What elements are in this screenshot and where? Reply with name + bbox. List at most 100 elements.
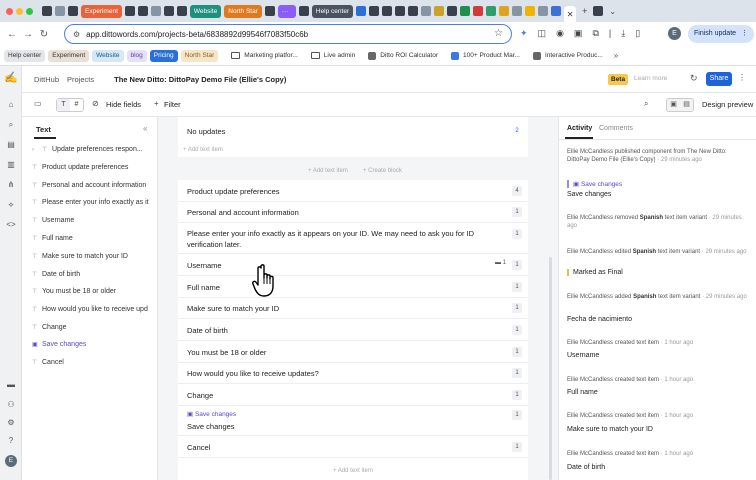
- table-row[interactable]: Full name 1: [178, 276, 528, 298]
- tab-favicon[interactable]: [264, 6, 275, 16]
- home-icon[interactable]: ⌂: [6, 100, 16, 110]
- add-user-icon[interactable]: ⚇: [6, 400, 16, 410]
- text-item[interactable]: ⊤ How would you like to receive upd: [32, 301, 156, 319]
- text-item[interactable]: ⊤ Date of birth: [32, 266, 156, 284]
- table-row[interactable]: Personal and account information 1: [178, 202, 528, 223]
- table-row[interactable]: Please enter your info exactly as it app…: [178, 223, 528, 254]
- chevron-right-icon[interactable]: ›: [32, 141, 42, 159]
- tab-favicon[interactable]: [124, 6, 135, 16]
- tab-favicon[interactable]: [150, 6, 161, 16]
- finish-update-button[interactable]: Finish update ⋮: [688, 25, 754, 43]
- bookmark-roi-calculator[interactable]: Ditto ROI Calculator: [368, 51, 438, 60]
- download-icon[interactable]: ⤓: [621, 28, 625, 39]
- search-icon[interactable]: ⌕: [644, 99, 648, 109]
- tab-purple[interactable]: ···: [277, 4, 296, 18]
- design-preview-button[interactable]: Design preview: [702, 100, 753, 109]
- tab-activity[interactable]: Activity: [567, 125, 592, 132]
- user-avatar[interactable]: E: [5, 455, 17, 467]
- new-tab-icon[interactable]: +: [582, 6, 587, 16]
- table-row[interactable]: Product update preferences 4: [178, 180, 528, 202]
- tab-website[interactable]: Website: [189, 4, 222, 18]
- variants-icon[interactable]: ⋔: [6, 180, 16, 190]
- share-button[interactable]: Share: [706, 72, 732, 86]
- projects-icon[interactable]: ▤: [6, 140, 16, 150]
- help-icon[interactable]: ?: [6, 436, 16, 446]
- add-text-item-link[interactable]: + Add text item: [333, 468, 373, 474]
- table-row[interactable]: How would you like to receive updates? 1: [178, 363, 528, 384]
- chat-icon[interactable]: ▬: [6, 380, 16, 390]
- learn-more-link[interactable]: Learn more: [634, 75, 667, 82]
- tab-favicon[interactable]: [163, 6, 174, 16]
- tab-favicon[interactable]: [512, 6, 523, 16]
- add-text-item-link[interactable]: + Add text item: [183, 147, 223, 153]
- extension-icon[interactable]: ◉: [556, 28, 564, 39]
- tab-experiment[interactable]: Experiment: [81, 4, 122, 18]
- sidebar-icon[interactable]: ▯: [635, 28, 640, 39]
- tab-favicon[interactable]: [473, 6, 484, 16]
- tab-north-star[interactable]: North Star: [224, 4, 262, 18]
- activity-component-link[interactable]: ▣ Save changes: [567, 180, 622, 188]
- table-row[interactable]: Cancel 1: [178, 436, 528, 458]
- text-item[interactable]: ⊤ You must be 18 or older: [32, 283, 156, 301]
- search-icon[interactable]: ⌕: [6, 120, 16, 130]
- reload-icon[interactable]: ↻: [36, 29, 52, 40]
- table-row[interactable]: Date of birth 1: [178, 319, 528, 341]
- dev-icon[interactable]: <>: [6, 220, 16, 230]
- bookmark-north-star[interactable]: North Star: [180, 49, 219, 62]
- address-bar[interactable]: ⚙ app.dittowords.com/projects-beta/68388…: [64, 24, 512, 44]
- bookmark-interactive-product[interactable]: Interactive Produc...: [532, 51, 603, 60]
- tab-favicon[interactable]: [593, 6, 604, 16]
- scrollbar[interactable]: [549, 257, 552, 480]
- tab-favicon[interactable]: [525, 6, 536, 16]
- tab-favicon[interactable]: [421, 6, 432, 16]
- site-settings-icon[interactable]: ⚙: [73, 30, 80, 39]
- extensions-puzzle-icon[interactable]: ⧉: [592, 28, 598, 39]
- minimize-window-button[interactable]: [16, 7, 23, 15]
- bookmark-marketing-platform[interactable]: Marketing platfor...: [231, 52, 298, 59]
- text-item[interactable]: ⊤ Cancel: [32, 354, 156, 372]
- bookmarks-overflow-icon[interactable]: »: [614, 51, 618, 60]
- bookmark-experiment[interactable]: Experiment: [48, 49, 90, 62]
- collapse-panel-icon[interactable]: «: [143, 124, 147, 133]
- toggle-sidebar-icon[interactable]: ▭: [34, 99, 42, 108]
- create-block-link[interactable]: + Create block: [363, 168, 402, 174]
- table-row[interactable]: Make sure to match your ID 1: [178, 298, 528, 319]
- breadcrumb-projects[interactable]: Projects: [67, 75, 94, 84]
- text-item[interactable]: ⊤ Change: [32, 319, 156, 337]
- extension-icon[interactable]: ▣: [574, 28, 583, 39]
- ditto-logo-icon[interactable]: ✍: [4, 71, 18, 85]
- tab-favicon[interactable]: [55, 6, 65, 16]
- tab-comments[interactable]: Comments: [599, 125, 633, 132]
- settings-icon[interactable]: ⚙: [6, 418, 16, 428]
- tab-favicon[interactable]: [356, 6, 367, 16]
- library-icon[interactable]: ▥: [6, 160, 16, 170]
- tab-favicon[interactable]: [447, 6, 458, 16]
- filter-icon[interactable]: +: [154, 99, 159, 108]
- tab-help-center[interactable]: Help center: [311, 4, 354, 18]
- tab-favicon[interactable]: [460, 6, 471, 16]
- table-row[interactable]: Change 1: [178, 384, 528, 406]
- extension-icon[interactable]: ◫: [538, 28, 547, 39]
- text-item[interactable]: ⊤ Full name: [32, 230, 156, 248]
- add-text-item-link[interactable]: + Add text item: [308, 168, 348, 174]
- bookmark-product-marketing[interactable]: 100+ Product Mar...: [451, 51, 520, 60]
- bookmark-star-icon[interactable]: ☆: [494, 28, 503, 39]
- component-row[interactable]: ▣ Save changes Save changes 1: [178, 406, 528, 436]
- image-view-icon[interactable]: ▣: [667, 99, 680, 111]
- text-item[interactable]: ⊤ Personal and account information: [32, 177, 156, 195]
- hide-fields-icon[interactable]: ⊘: [92, 99, 99, 108]
- close-window-button[interactable]: [6, 7, 13, 15]
- sync-icon[interactable]: ↻: [690, 73, 698, 84]
- gemini-icon[interactable]: ✦: [520, 28, 528, 39]
- text-view-icon[interactable]: T: [57, 99, 70, 111]
- tab-favicon[interactable]: [42, 6, 52, 16]
- bookmark-live-admin[interactable]: Live admin: [310, 52, 355, 59]
- tab-favicon[interactable]: [434, 6, 445, 16]
- text-item[interactable]: ⊤ Please enter your info exactly as it: [32, 194, 156, 212]
- text-item[interactable]: ⊤ Username: [32, 212, 156, 230]
- table-row[interactable]: Username ▬ 1 1: [178, 254, 528, 276]
- components-icon[interactable]: ⟡: [6, 200, 16, 210]
- hide-fields-button[interactable]: Hide fields: [106, 100, 141, 109]
- active-tab-close-icon[interactable]: ✕: [564, 6, 577, 22]
- tab-list-chevron-icon[interactable]: ⌄: [609, 7, 616, 16]
